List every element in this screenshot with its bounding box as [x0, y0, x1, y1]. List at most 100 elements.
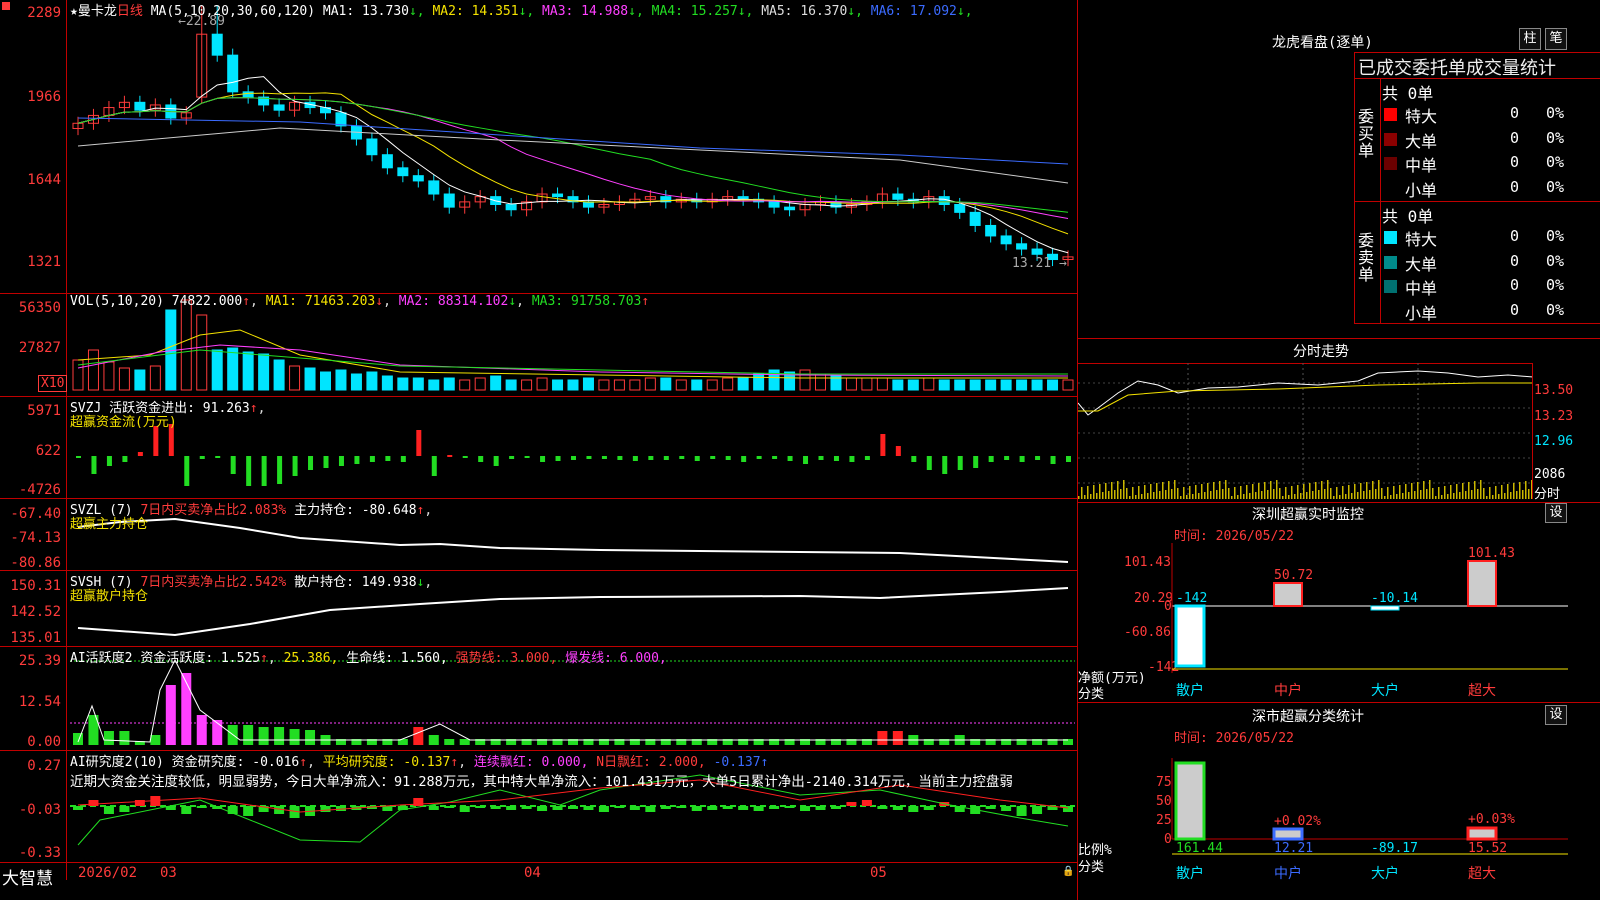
chart-mark — [246, 456, 252, 486]
chart-mark — [1019, 456, 1025, 462]
chart-mark — [1062, 379, 1074, 391]
ma-legend-6: MA6: 17.092 — [862, 4, 957, 19]
chart-mark — [335, 369, 347, 391]
lhb-row-value: 0 — [1510, 251, 1520, 270]
chart-mark — [196, 314, 208, 391]
chart-mark — [1000, 235, 1012, 245]
intraday-mark — [1444, 486, 1446, 499]
chart-mark — [274, 727, 285, 745]
chart-mark — [552, 193, 564, 198]
chart-mark — [77, 344, 1069, 377]
chart-mark — [632, 456, 638, 461]
monitor-category-label: 超大 — [1468, 683, 1496, 699]
chart-mark — [369, 456, 375, 462]
chart-mark — [119, 806, 130, 812]
intraday-mark — [1159, 491, 1161, 499]
corner-icon[interactable] — [2, 2, 10, 10]
ma-legend-4: MA4: 15.257 — [643, 4, 738, 19]
fenshi-panel[interactable]: 分时走势 13.50 13.23 12.96 2086 分时 — [1078, 339, 1600, 502]
chart-mark — [459, 739, 470, 745]
intraday-mark — [1426, 489, 1428, 499]
chart-mark — [180, 299, 192, 391]
chart-mark — [273, 359, 285, 391]
chart-mark — [1050, 456, 1056, 464]
intraday-mark — [1180, 496, 1182, 499]
chart-mark — [478, 456, 484, 462]
lhb-row-value: 0 — [1510, 153, 1520, 171]
intraday-mark — [1186, 495, 1188, 499]
intraday-mark — [1240, 486, 1242, 499]
chart-mark — [552, 806, 563, 810]
chart-mark — [691, 379, 703, 391]
chart-mark — [907, 379, 919, 391]
intraday-mark — [1402, 493, 1404, 499]
intraday-mark — [1210, 491, 1212, 499]
chart-mark — [660, 377, 672, 391]
chart-mark — [942, 456, 948, 474]
lock-icon[interactable]: 🔒 — [1062, 866, 1074, 877]
intraday-mark — [1222, 489, 1224, 499]
lhb-color-swatch — [1384, 280, 1397, 293]
y-tick: -67.40 — [10, 506, 61, 522]
chart-mark — [413, 798, 424, 806]
period-label[interactable]: 日线 — [117, 4, 143, 19]
y-tick: 0.27 — [27, 758, 61, 774]
intraday-mark — [1369, 490, 1371, 499]
chart-mark — [292, 456, 298, 476]
chart-mark — [830, 806, 841, 809]
x-label: 2026/02 — [78, 865, 138, 881]
classify-category-label: 超大 — [1468, 866, 1496, 882]
intraday-mark — [1519, 482, 1521, 499]
chart-mark — [536, 377, 548, 391]
intraday-mark — [1189, 486, 1191, 499]
chart-mark — [181, 673, 192, 745]
lhb-tick-button[interactable]: 笔 — [1545, 28, 1567, 50]
intraday-mark — [1297, 485, 1299, 499]
lhb-row-percent: 0% — [1546, 153, 1565, 171]
chart-mark — [77, 127, 1069, 184]
chart-mark — [308, 456, 314, 470]
chart-mark — [103, 361, 115, 391]
chart-mark — [815, 806, 826, 810]
chart-mark — [722, 806, 733, 809]
ai2-header: AI研究度2(10) 资金研究度: -0.016↑, 平均研究度: -0.137… — [70, 755, 769, 770]
intraday-mark — [1477, 489, 1479, 499]
intraday-mark — [1135, 495, 1137, 499]
lhb-row-label: 特大 — [1405, 230, 1438, 249]
intraday-mark — [1261, 491, 1263, 499]
lhb-row-percent: 0% — [1546, 251, 1565, 270]
intraday-mark — [1267, 490, 1269, 499]
stock-name: 曼卡龙 — [77, 4, 117, 19]
classify-bar-zhonghu — [1272, 827, 1304, 841]
chart-mark — [555, 456, 561, 461]
chart-area[interactable]: ★曼卡龙日线 MA(5,10,20,30,60,120) MA1: 13.730… — [0, 0, 1077, 900]
lhb-bar-button[interactable]: 柱 — [1519, 28, 1541, 50]
intraday-mark — [1495, 486, 1497, 499]
star-icon[interactable]: ★ — [70, 4, 78, 19]
lhb-color-swatch — [1384, 132, 1397, 146]
chart-mark — [892, 379, 904, 391]
intraday-mark — [1204, 492, 1206, 499]
chart-mark — [77, 587, 1069, 637]
chart-mark — [753, 373, 765, 391]
chart-mark — [506, 806, 517, 810]
lhb-row-percent: 0% — [1546, 300, 1565, 319]
intraday-mark — [1129, 496, 1131, 499]
chart-mark — [524, 456, 530, 458]
intraday-mark — [1300, 493, 1302, 499]
intraday-mark — [1513, 483, 1515, 499]
sell-side-label: 委卖单 — [1358, 231, 1375, 284]
chart-mark — [598, 379, 610, 391]
chart-mark — [134, 369, 146, 391]
chart-mark — [694, 456, 700, 461]
chart-mark — [273, 104, 285, 111]
chart-mark — [586, 456, 592, 459]
lhb-row-value: 0 — [1510, 128, 1520, 147]
chart-mark — [675, 379, 687, 391]
chart-mark — [412, 175, 424, 182]
intraday-mark — [1207, 483, 1209, 499]
intraday-mark — [1141, 494, 1143, 499]
monitor-bar-chaoda — [1467, 560, 1497, 607]
intraday-chart[interactable] — [1078, 363, 1533, 499]
intraday-mark — [1201, 484, 1203, 499]
